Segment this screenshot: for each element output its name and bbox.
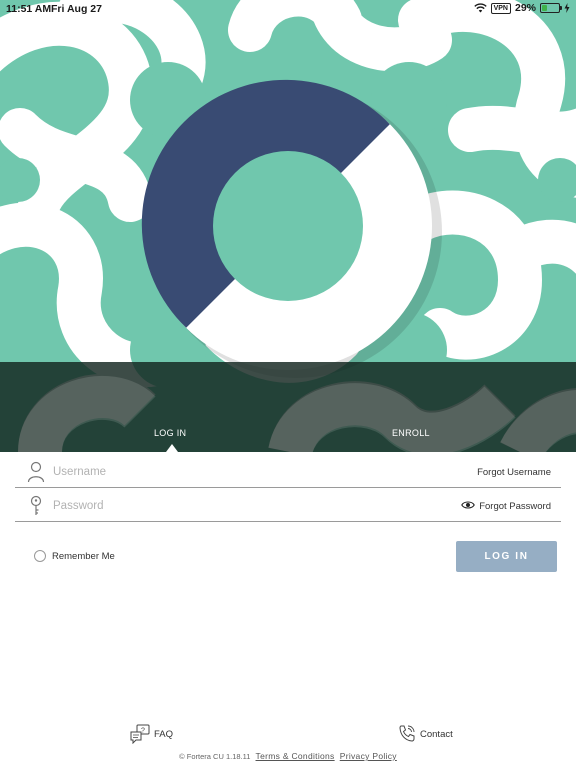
status-bar: 11:51 AM Fri Aug 27 VPN 29%	[0, 0, 576, 18]
remember-me-label: Remember Me	[52, 550, 115, 562]
phone-icon	[399, 725, 415, 742]
battery-icon	[540, 3, 562, 13]
username-row: Forgot Username	[15, 454, 561, 488]
vpn-badge: VPN	[490, 2, 511, 14]
svg-text:?: ?	[141, 728, 145, 735]
copyright-text: © Fortera CU 1.18.11	[179, 752, 251, 761]
password-input[interactable]	[53, 496, 353, 516]
contact-link[interactable]: Contact	[398, 724, 453, 744]
charging-icon	[564, 3, 570, 13]
remember-me-radio[interactable]	[34, 550, 46, 562]
tab-bar: LOG IN ENROLL	[0, 418, 576, 452]
forgot-username-link[interactable]: Forgot Username	[477, 467, 551, 478]
tab-log-in[interactable]: LOG IN	[154, 428, 186, 438]
person-icon	[27, 461, 45, 483]
status-date: Fri Aug 27	[51, 3, 102, 15]
active-tab-indicator	[166, 444, 178, 452]
logo	[141, 79, 432, 370]
faq-link[interactable]: ? FAQ	[130, 724, 173, 744]
contact-label: Contact	[420, 728, 453, 740]
legal-footer: © Fortera CU 1.18.11 Terms & Conditions …	[0, 751, 576, 761]
privacy-link[interactable]: Privacy Policy	[340, 751, 397, 761]
username-input[interactable]	[53, 462, 353, 482]
wifi-icon	[473, 3, 487, 13]
password-row: Forgot Password	[15, 488, 561, 522]
tab-enroll[interactable]: ENROLL	[392, 428, 430, 438]
forgot-password-link[interactable]: Forgot Password	[479, 501, 551, 512]
status-time: 11:51 AM	[6, 3, 52, 15]
hero-banner	[0, 0, 576, 452]
faq-icon: ?	[130, 724, 150, 744]
remember-me-toggle[interactable]: Remember Me	[34, 550, 115, 562]
key-icon	[30, 495, 42, 515]
battery-percent: 29%	[514, 2, 536, 14]
faq-label: FAQ	[154, 728, 174, 740]
log-in-button[interactable]: LOG IN	[456, 541, 557, 572]
eye-icon[interactable]	[461, 500, 475, 510]
terms-link[interactable]: Terms & Conditions	[256, 751, 335, 761]
